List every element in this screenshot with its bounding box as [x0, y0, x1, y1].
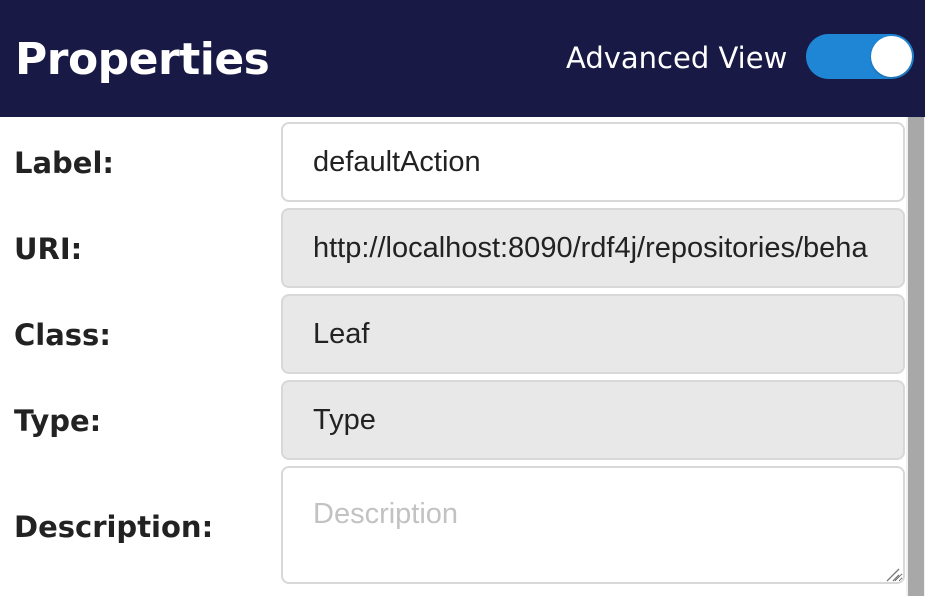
class-input[interactable]: [281, 294, 905, 374]
uri-field-label: URI:: [14, 232, 83, 266]
label-field-label: Label:: [14, 146, 115, 180]
scrollbar[interactable]: [906, 117, 925, 596]
scrollbar-thumb[interactable]: [908, 117, 924, 596]
advanced-view-toggle[interactable]: [806, 34, 914, 79]
uri-input[interactable]: [281, 208, 905, 288]
class-field-label: Class:: [14, 318, 111, 352]
type-field-label: Type:: [14, 404, 102, 438]
description-textarea[interactable]: [281, 466, 905, 584]
advanced-view-label: Advanced View: [566, 41, 788, 75]
properties-header: Properties Advanced View: [0, 0, 925, 117]
page-title: Properties: [15, 34, 270, 85]
label-input[interactable]: [281, 122, 905, 202]
description-field-label: Description:: [14, 510, 214, 544]
toggle-knob: [871, 36, 912, 77]
type-input[interactable]: [281, 380, 905, 460]
